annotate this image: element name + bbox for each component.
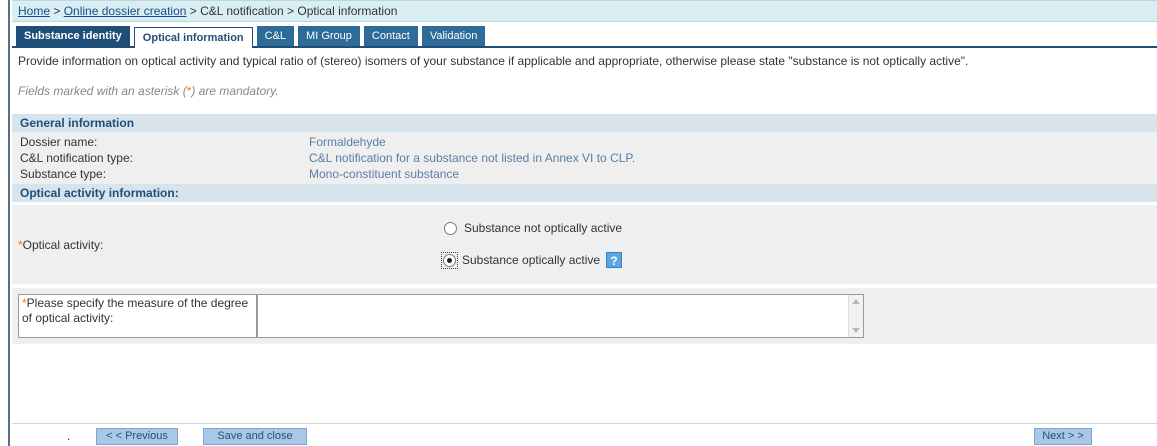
previous-button[interactable]: < < Previous <box>96 428 178 445</box>
save-and-close-button[interactable]: Save and close <box>203 428 307 445</box>
gi-row-dossier-name: Dossier name: Formaldehyde <box>12 134 1157 150</box>
optical-activity-label: *Optical activity: <box>18 238 103 252</box>
page: Home > Online dossier creation > C&L not… <box>12 0 1157 344</box>
radio-option-active[interactable]: Substance optically active ? <box>441 251 623 269</box>
measure-textarea[interactable] <box>257 294 864 338</box>
radio-focus-ring[interactable] <box>441 251 458 269</box>
gi-label: C&L notification type: <box>20 151 133 165</box>
measure-label-text: Please specify the measure of the degree… <box>22 296 249 325</box>
radio-not-active[interactable] <box>444 221 457 235</box>
gi-row-notification-type: C&L notification type: C&L notification … <box>12 150 1157 166</box>
optical-activity-row: *Optical activity: Substance not optical… <box>12 205 1157 284</box>
tab-optical-information[interactable]: Optical information <box>133 27 253 48</box>
left-edge-rule <box>8 0 10 446</box>
help-icon[interactable]: ? <box>606 252 623 268</box>
tab-validation[interactable]: Validation <box>421 26 486 46</box>
next-button[interactable]: Next > > <box>1034 428 1092 445</box>
mandatory-prefix: Fields marked with an asterisk ( <box>18 84 187 98</box>
radio-active-label[interactable]: Substance optically active <box>462 253 600 267</box>
gi-value: C&L notification for a substance not lis… <box>309 151 636 165</box>
breadcrumb-home-link[interactable]: Home <box>18 4 50 18</box>
measure-row: *Please specify the measure of the degre… <box>12 288 1157 344</box>
scroll-up-icon[interactable] <box>852 299 860 304</box>
radio-option-not-active[interactable]: Substance not optically active <box>444 219 622 237</box>
breadcrumb-online-dossier-link[interactable]: Online dossier creation <box>64 4 187 18</box>
footer-bar: . < < Previous Save and close Next > > <box>12 423 1157 445</box>
mandatory-note: Fields marked with an asterisk (*) are m… <box>12 84 1157 98</box>
optical-activity-header: Optical activity information: <box>12 184 1157 202</box>
radio-not-active-label[interactable]: Substance not optically active <box>464 221 622 235</box>
scroll-down-icon[interactable] <box>852 328 860 333</box>
intro-text: Provide information on optical activity … <box>18 54 969 68</box>
breadcrumb: Home > Online dossier creation > C&L not… <box>12 0 1157 22</box>
optical-activity-label-text: Optical activity: <box>22 238 104 252</box>
tab-mi-group[interactable]: MI Group <box>298 26 360 46</box>
tab-contact[interactable]: Contact <box>363 26 418 46</box>
gi-label: Substance type: <box>20 167 107 181</box>
tab-cl[interactable]: C&L <box>256 26 295 46</box>
gi-value: Formaldehyde <box>309 135 386 149</box>
mandatory-suffix: ) are mandatory. <box>191 84 279 98</box>
tab-bar: Substance identity Optical information C… <box>12 24 1157 48</box>
gi-row-substance-type: Substance type: Mono-constituent substan… <box>12 166 1157 182</box>
gi-label: Dossier name: <box>20 135 98 149</box>
breadcrumb-current: > C&L notification > Optical information <box>186 4 398 18</box>
gi-value: Mono-constituent substance <box>309 167 460 181</box>
general-information-body: Dossier name: Formaldehyde C&L notificat… <box>12 132 1157 184</box>
measure-label: *Please specify the measure of the degre… <box>22 296 257 326</box>
breadcrumb-separator: > <box>50 4 64 18</box>
radio-active[interactable] <box>443 253 456 267</box>
footer-dot: . <box>67 429 71 443</box>
textarea-scrollbar[interactable] <box>848 295 863 337</box>
general-information-header: General information <box>12 114 1157 132</box>
tab-substance-identity[interactable]: Substance identity <box>16 26 130 46</box>
